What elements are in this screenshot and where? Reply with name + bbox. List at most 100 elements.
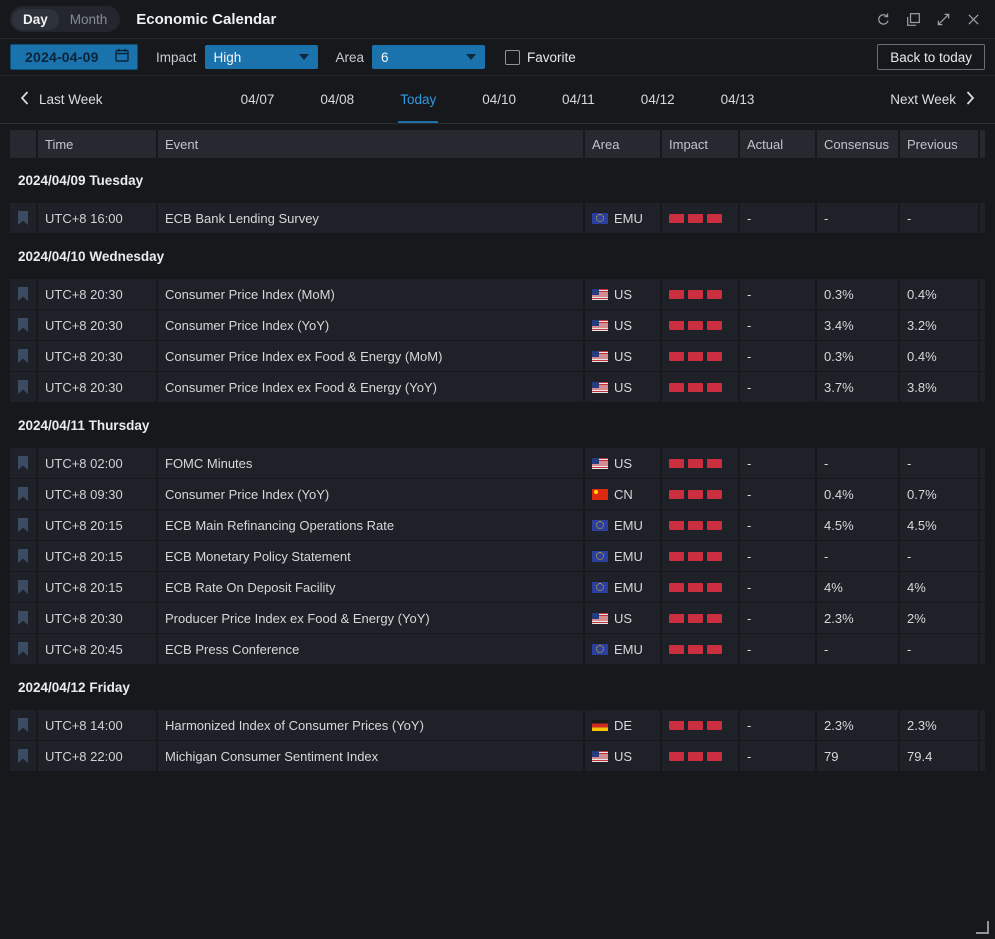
back-to-today-button[interactable]: Back to today xyxy=(877,44,985,70)
de-flag-icon xyxy=(592,720,608,731)
bookmark-icon[interactable] xyxy=(10,310,36,340)
event-row[interactable]: UTC+8 20:30Producer Price Index ex Food … xyxy=(10,603,985,633)
row-edge xyxy=(978,603,985,633)
filter-bar: 2024-04-09 Impact High Area 6 Favorite B… xyxy=(0,39,995,76)
week-day-tab-04-07[interactable]: 04/07 xyxy=(239,76,277,123)
impact-bars-3 xyxy=(669,752,722,761)
bookmark-icon[interactable] xyxy=(10,741,36,771)
impact-bars-3 xyxy=(669,645,722,654)
next-week-button[interactable]: Next Week xyxy=(884,90,981,109)
popout-icon[interactable] xyxy=(904,10,923,29)
event-row[interactable]: UTC+8 20:30Consumer Price Index ex Food … xyxy=(10,341,985,371)
chevron-down-icon xyxy=(299,54,309,60)
actual-value: - xyxy=(738,603,815,633)
impact-indicator xyxy=(660,572,738,602)
resize-handle[interactable] xyxy=(976,921,989,934)
column-header-consensus: Consensus xyxy=(815,130,898,158)
impact-label: Impact xyxy=(156,50,197,65)
impact-indicator xyxy=(660,710,738,740)
favorite-label: Favorite xyxy=(527,50,576,65)
area-value: 6 xyxy=(381,50,389,65)
previous-value: 0.7% xyxy=(898,479,978,509)
actual-value: - xyxy=(738,510,815,540)
consensus-value: 2.3% xyxy=(815,603,898,633)
bookmark-icon[interactable] xyxy=(10,203,36,233)
impact-bars-3 xyxy=(669,321,722,330)
event-row[interactable]: UTC+8 20:15ECB Main Refinancing Operatio… xyxy=(10,510,985,540)
row-edge xyxy=(978,572,985,602)
week-day-tab-today[interactable]: Today xyxy=(398,76,438,123)
area-code: US xyxy=(614,611,632,626)
last-week-label: Last Week xyxy=(39,92,103,107)
event-row[interactable]: UTC+8 20:15ECB Rate On Deposit FacilityE… xyxy=(10,572,985,602)
row-edge xyxy=(978,372,985,402)
event-row[interactable]: UTC+8 16:00ECB Bank Lending SurveyEMU--- xyxy=(10,203,985,233)
month-toggle[interactable]: Month xyxy=(59,9,119,30)
week-day-tab-04-13[interactable]: 04/13 xyxy=(719,76,757,123)
impact-bars-3 xyxy=(669,214,722,223)
row-edge xyxy=(978,510,985,540)
actual-value: - xyxy=(738,479,815,509)
bookmark-icon[interactable] xyxy=(10,279,36,309)
chevron-left-icon xyxy=(20,91,29,108)
close-icon[interactable] xyxy=(964,10,983,29)
bookmark-icon[interactable] xyxy=(10,572,36,602)
impact-select[interactable]: High xyxy=(205,45,318,69)
bookmark-icon[interactable] xyxy=(10,710,36,740)
bookmark-icon[interactable] xyxy=(10,634,36,664)
event-area: EMU xyxy=(583,510,660,540)
event-row[interactable]: UTC+8 14:00Harmonized Index of Consumer … xyxy=(10,710,985,740)
bookmark-icon[interactable] xyxy=(10,541,36,571)
event-row[interactable]: UTC+8 09:30Consumer Price Index (YoY)CN-… xyxy=(10,479,985,509)
week-day-tab-04-11[interactable]: 04/11 xyxy=(560,76,597,123)
event-row[interactable]: UTC+8 20:15ECB Monetary Policy Statement… xyxy=(10,541,985,571)
event-time: UTC+8 20:30 xyxy=(36,341,156,371)
favorite-toggle[interactable]: Favorite xyxy=(505,50,576,65)
impact-bars-3 xyxy=(669,352,722,361)
bookmark-icon[interactable] xyxy=(10,341,36,371)
actual-value: - xyxy=(738,279,815,309)
event-row[interactable]: UTC+8 20:45ECB Press ConferenceEMU--- xyxy=(10,634,985,664)
date-group-header: 2024/04/09 Tuesday xyxy=(10,158,985,203)
event-name: ECB Rate On Deposit Facility xyxy=(156,572,583,602)
week-day-tab-04-10[interactable]: 04/10 xyxy=(480,76,518,123)
date-value: 2024-04-09 xyxy=(25,49,99,65)
event-row[interactable]: UTC+8 20:30Consumer Price Index (MoM)US-… xyxy=(10,279,985,309)
event-area: CN xyxy=(583,479,660,509)
area-code: EMU xyxy=(614,580,643,595)
refresh-icon[interactable] xyxy=(874,10,893,29)
area-select[interactable]: 6 xyxy=(372,45,485,69)
week-day-tab-04-12[interactable]: 04/12 xyxy=(639,76,677,123)
title-bar: Day Month Economic Calendar xyxy=(0,0,995,39)
impact-bars-3 xyxy=(669,614,722,623)
view-toggle: Day Month xyxy=(10,6,120,32)
area-code: EMU xyxy=(614,518,643,533)
consensus-value: - xyxy=(815,448,898,478)
previous-value: 4.5% xyxy=(898,510,978,540)
expand-icon[interactable] xyxy=(934,10,953,29)
window-controls xyxy=(874,10,983,29)
favorite-checkbox[interactable] xyxy=(505,50,520,65)
week-navigation: Last Week 04/07 04/08 Today 04/10 04/11 04/12… xyxy=(0,76,995,124)
consensus-value: 3.7% xyxy=(815,372,898,402)
event-row[interactable]: UTC+8 20:30Consumer Price Index ex Food … xyxy=(10,372,985,402)
bookmark-icon[interactable] xyxy=(10,479,36,509)
economic-calendar-table: TimeEventAreaImpactActualConsensusPrevio… xyxy=(10,130,985,771)
bookmark-icon[interactable] xyxy=(10,448,36,478)
event-row[interactable]: UTC+8 20:30Consumer Price Index (YoY)US-… xyxy=(10,310,985,340)
impact-bars-3 xyxy=(669,290,722,299)
bookmark-icon[interactable] xyxy=(10,372,36,402)
event-row[interactable]: UTC+8 22:00Michigan Consumer Sentiment I… xyxy=(10,741,985,771)
previous-value: - xyxy=(898,203,978,233)
impact-bars-3 xyxy=(669,459,722,468)
bookmark-icon[interactable] xyxy=(10,603,36,633)
date-input[interactable]: 2024-04-09 xyxy=(10,44,138,70)
event-row[interactable]: UTC+8 02:00FOMC MinutesUS--- xyxy=(10,448,985,478)
day-toggle[interactable]: Day xyxy=(12,9,59,30)
row-edge xyxy=(978,279,985,309)
event-area: US xyxy=(583,448,660,478)
column-header-time: Time xyxy=(36,130,156,158)
bookmark-icon[interactable] xyxy=(10,510,36,540)
last-week-button[interactable]: Last Week xyxy=(14,90,109,109)
week-day-tab-04-08[interactable]: 04/08 xyxy=(318,76,356,123)
